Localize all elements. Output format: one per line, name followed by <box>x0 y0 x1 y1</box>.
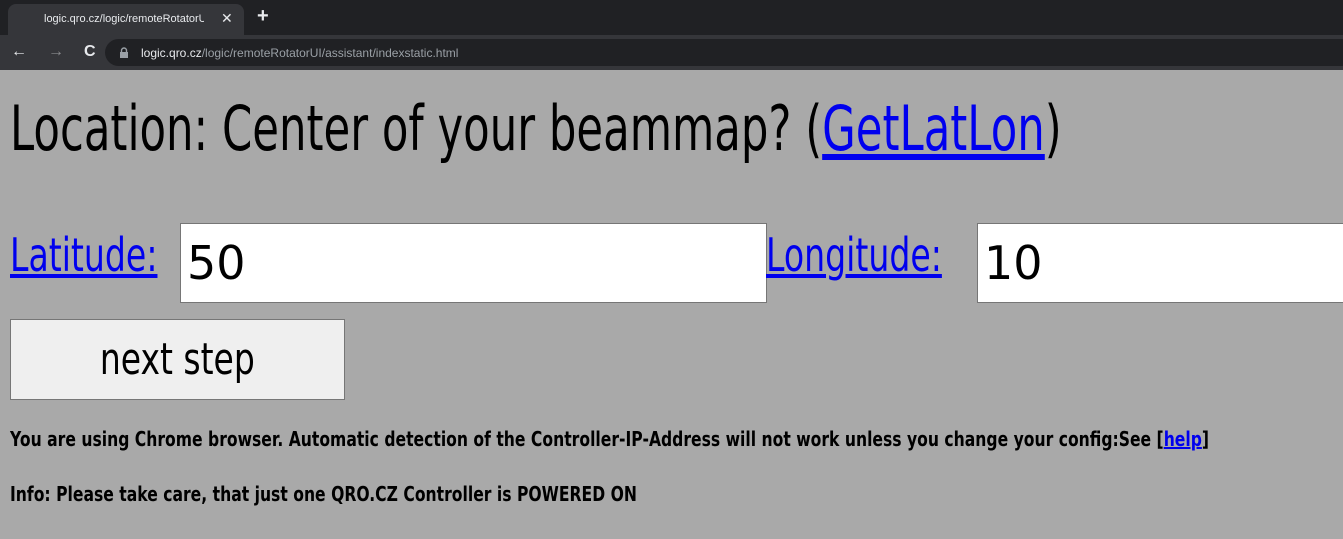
page-title: Location: Center of your beammap? (GetLa… <box>10 98 1062 160</box>
lock-icon <box>120 47 128 58</box>
power-info-text: Info: Please take care, that just one QR… <box>10 482 637 506</box>
longitude-input[interactable] <box>977 223 1343 303</box>
url-path: /logic/remoteRotatorUI/assistant/indexst… <box>201 46 459 60</box>
latitude-label-link[interactable]: Latitude: <box>10 232 157 278</box>
title-text: Location: Center of your beammap? ( <box>10 92 823 165</box>
longitude-label-link[interactable]: Longitude: <box>766 232 942 278</box>
title-close-paren: ) <box>1044 92 1062 165</box>
url-text: logic.qro.cz/logic/remoteRotatorUI/assis… <box>141 46 458 60</box>
chrome-warning-message: You are using Chrome browser. Automatic … <box>10 427 1164 451</box>
latitude-input[interactable] <box>180 223 767 303</box>
help-link[interactable]: help <box>1164 427 1202 451</box>
chrome-warning-close-bracket: ] <box>1201 427 1210 451</box>
browser-tab[interactable]: logic.qro.cz/logic/remoteRotatorU ✕ <box>8 4 244 35</box>
address-bar[interactable]: logic.qro.cz/logic/remoteRotatorUI/assis… <box>105 39 1343 66</box>
back-arrow-icon[interactable]: ← <box>11 43 27 61</box>
tab-title: logic.qro.cz/logic/remoteRotatorU <box>44 13 204 25</box>
reload-icon[interactable]: C <box>84 43 96 61</box>
next-step-label: next step <box>100 334 255 385</box>
chrome-warning-text: You are using Chrome browser. Automatic … <box>10 427 1209 451</box>
forward-arrow-icon[interactable]: → <box>48 43 64 61</box>
url-host: logic.qro.cz <box>141 46 202 60</box>
getlatlon-link[interactable]: GetLatLon <box>822 92 1045 165</box>
page-content: Location: Center of your beammap? (GetLa… <box>0 70 1343 539</box>
new-tab-button[interactable]: + <box>257 6 269 26</box>
browser-toolbar: ← → C logic.qro.cz/logic/remoteRotatorUI… <box>0 35 1343 70</box>
next-step-button[interactable]: next step <box>10 319 345 400</box>
close-tab-icon[interactable]: ✕ <box>221 11 233 25</box>
browser-tabstrip: logic.qro.cz/logic/remoteRotatorU ✕ + <box>0 0 1343 35</box>
